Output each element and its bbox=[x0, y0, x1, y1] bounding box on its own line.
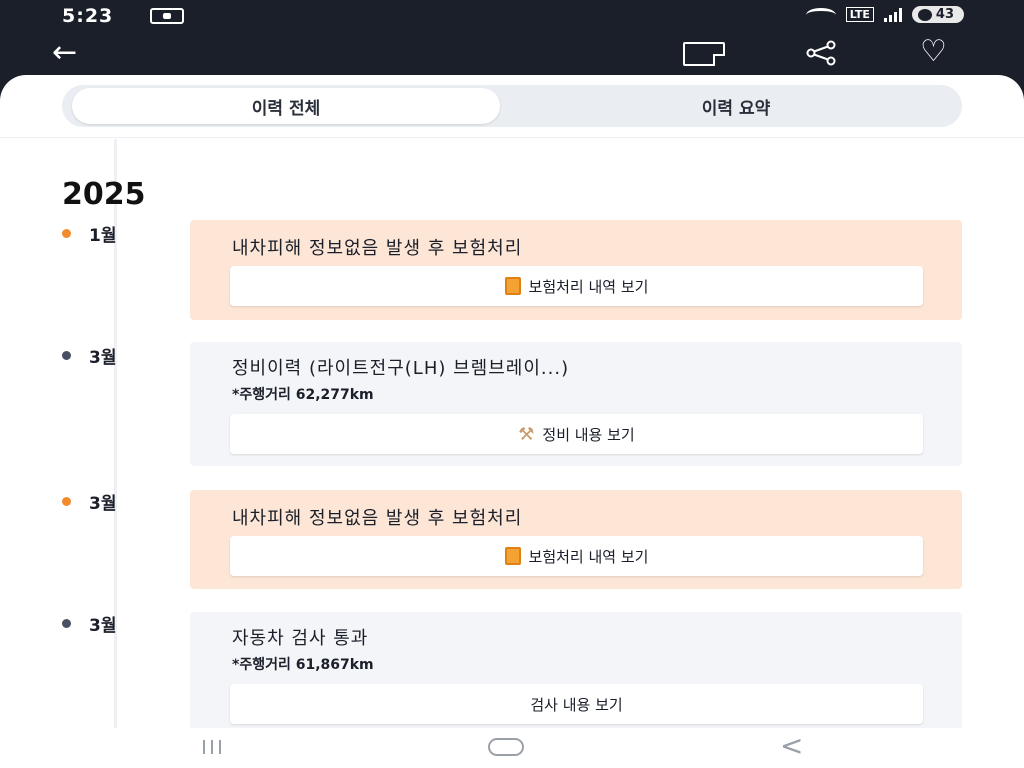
status-time: 5:23 bbox=[62, 5, 114, 27]
battery-indicator: 43 bbox=[911, 6, 964, 23]
card-mileage: *주행거리 62,277km bbox=[232, 387, 374, 403]
heart-icon[interactable]: ♡ bbox=[920, 36, 947, 68]
history-card: 정비이력 (라이트전구(LH) 브렘브레이...) *주행거리 62,277km… bbox=[190, 342, 962, 466]
share-icon[interactable] bbox=[801, 38, 841, 68]
month-label: 3월 bbox=[89, 616, 117, 636]
timeline-dot bbox=[62, 619, 71, 628]
timeline-dot bbox=[62, 229, 71, 238]
insurance-history-button[interactable]: 보험처리 내역 보기 bbox=[230, 536, 923, 576]
card-mileage: *주행거리 61,867km bbox=[232, 657, 374, 673]
app-bar: ← ♡ bbox=[0, 34, 1024, 74]
entry-month: 1월 bbox=[62, 221, 116, 246]
status-indicators: LTE 43 bbox=[805, 6, 964, 23]
document-icon bbox=[504, 277, 521, 295]
timeline-dot bbox=[62, 351, 71, 360]
entry-month: 3월 bbox=[62, 611, 116, 636]
signal-icon bbox=[883, 7, 902, 22]
tab-history-all[interactable]: 이력 전체 bbox=[72, 88, 500, 124]
document-icon bbox=[504, 547, 521, 565]
lte-indicator: LTE bbox=[845, 7, 874, 22]
card-title: 자동차 검사 통과 bbox=[232, 628, 369, 649]
home-icon[interactable] bbox=[488, 738, 524, 756]
entry-month: 3월 bbox=[62, 489, 116, 514]
history-card: 내차피해 정보없음 발생 후 보험처리 보험처리 내역 보기 bbox=[190, 220, 962, 320]
nav-back-icon[interactable]: < bbox=[780, 732, 803, 760]
button-label: 보험처리 내역 보기 bbox=[528, 547, 649, 566]
month-label: 3월 bbox=[89, 348, 117, 368]
card-title: 내차피해 정보없음 발생 후 보험처리 bbox=[232, 508, 523, 529]
button-label: 검사 내용 보기 bbox=[530, 695, 623, 714]
timeline-dot bbox=[62, 497, 71, 506]
system-nav-bar: < bbox=[0, 728, 1024, 768]
month-label: 1월 bbox=[89, 226, 117, 246]
memo-icon[interactable] bbox=[683, 42, 725, 66]
tab-history-summary[interactable]: 이력 요약 bbox=[522, 88, 950, 124]
history-content: 이력 전체 이력 요약 2025 1월 내차피해 정보없음 발생 후 보험처리 … bbox=[0, 75, 1024, 768]
button-label: 보험처리 내역 보기 bbox=[528, 277, 649, 296]
tabs-divider bbox=[0, 137, 1024, 138]
screenshot-icon bbox=[150, 8, 184, 24]
entry-month: 3월 bbox=[62, 343, 116, 368]
status-bar: 5:23 LTE 43 bbox=[0, 0, 1024, 34]
wifi-icon bbox=[805, 7, 836, 22]
history-card: 내차피해 정보없음 발생 후 보험처리 보험처리 내역 보기 bbox=[190, 490, 962, 589]
card-title: 내차피해 정보없음 발생 후 보험처리 bbox=[232, 238, 523, 259]
insurance-history-button[interactable]: 보험처리 내역 보기 bbox=[230, 266, 923, 306]
year-heading: 2025 bbox=[62, 177, 146, 212]
history-tabs: 이력 전체 이력 요약 bbox=[62, 85, 962, 127]
card-title: 정비이력 (라이트전구(LH) 브렘브레이...) bbox=[232, 358, 570, 379]
history-card: 자동차 검사 통과 *주행거리 61,867km 검사 내용 보기 bbox=[190, 612, 962, 732]
recent-apps-icon[interactable] bbox=[203, 740, 221, 754]
wrench-icon: ⚒ bbox=[518, 423, 535, 445]
maintenance-details-button[interactable]: ⚒ 정비 내용 보기 bbox=[230, 414, 923, 454]
inspection-details-button[interactable]: 검사 내용 보기 bbox=[230, 684, 923, 724]
back-arrow-icon[interactable]: ← bbox=[52, 38, 77, 68]
month-label: 3월 bbox=[89, 494, 117, 514]
button-label: 정비 내용 보기 bbox=[542, 425, 635, 444]
